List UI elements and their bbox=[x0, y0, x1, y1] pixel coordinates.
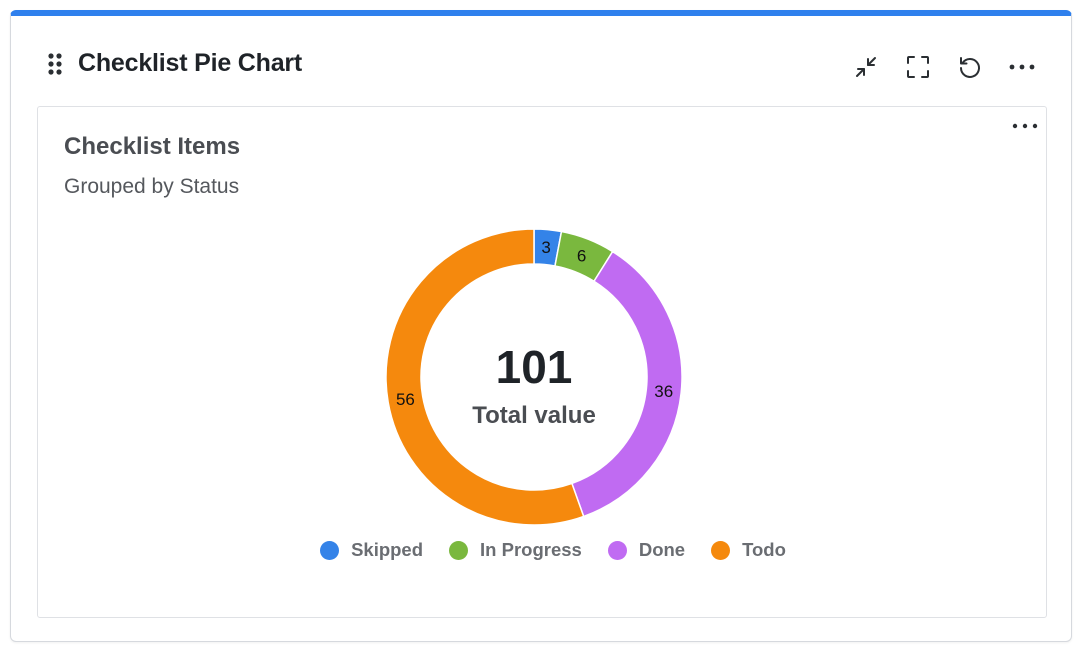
donut-chart-svg: 3 63656 101 Total value bbox=[385, 228, 683, 526]
checklist-pie-chart-widget: Checklist Pie Chart Checklist Items Grou… bbox=[10, 10, 1072, 642]
legend-swatch bbox=[449, 540, 469, 560]
more-icon bbox=[1008, 63, 1036, 71]
fullscreen-icon bbox=[905, 54, 931, 80]
refresh-icon bbox=[957, 54, 983, 80]
center-value: 101 bbox=[496, 341, 573, 393]
slice-value-label: 36 bbox=[654, 382, 673, 401]
slice-value-label: 3 bbox=[541, 238, 550, 257]
legend-item-done[interactable]: Done bbox=[607, 539, 686, 561]
legend-item-in-progress[interactable]: In Progress bbox=[449, 539, 582, 561]
legend-item-todo[interactable]: Todo bbox=[711, 539, 786, 561]
center-label: Total value bbox=[472, 402, 596, 429]
chart-legend: Skipped In Progress Done Todo bbox=[38, 539, 1046, 561]
widget-actions bbox=[851, 52, 1037, 82]
donut-chart: 3 6 36 56 101 Total value bbox=[384, 227, 684, 527]
collapse-button[interactable] bbox=[851, 52, 881, 82]
more-horizontal-icon bbox=[1011, 117, 1039, 135]
legend-item-skipped[interactable]: Skipped bbox=[320, 539, 423, 561]
legend-swatch bbox=[320, 540, 340, 560]
legend-label: In Progress bbox=[480, 539, 582, 560]
chart-title: Checklist Items bbox=[64, 133, 241, 160]
widget-title: Checklist Pie Chart bbox=[78, 49, 303, 77]
collapse-icon bbox=[853, 54, 879, 80]
chart-card: Checklist Items Grouped by Status 3 6 36 56… bbox=[37, 106, 1047, 618]
more-options-button[interactable] bbox=[1007, 52, 1037, 82]
refresh-button[interactable] bbox=[955, 52, 985, 82]
widget-header: Checklist Pie Chart bbox=[11, 16, 1071, 106]
chart-subtitle: Grouped by Status bbox=[64, 175, 240, 198]
drag-handle-icon[interactable] bbox=[47, 52, 63, 76]
slice-value-label: 56 bbox=[396, 390, 415, 409]
legend-label: Todo bbox=[742, 539, 786, 560]
legend-label: Skipped bbox=[351, 539, 424, 560]
chart-menu-button[interactable] bbox=[1010, 115, 1040, 137]
legend-swatch bbox=[711, 540, 731, 560]
fullscreen-button[interactable] bbox=[903, 52, 933, 82]
slice-value-label: 6 bbox=[577, 246, 586, 265]
legend-label: Done bbox=[638, 539, 686, 560]
legend-swatch bbox=[607, 540, 627, 560]
